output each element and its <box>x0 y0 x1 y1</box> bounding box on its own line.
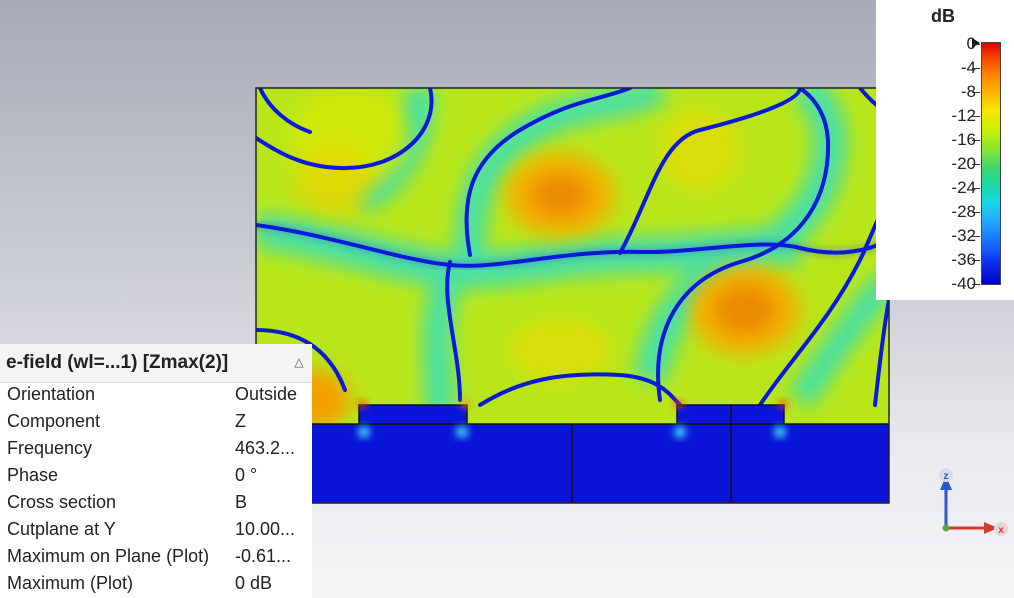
legend-tick-mark <box>972 44 980 45</box>
property-row[interactable]: Phase 0 ° <box>0 461 312 488</box>
legend-tick-label: -12 <box>951 106 976 125</box>
legend-tick-mark <box>972 92 980 93</box>
legend-tick-label: -4 <box>960 58 976 77</box>
legend-tick-mark <box>972 140 980 141</box>
legend-tick-label: -28 <box>951 202 976 221</box>
legend-tick-mark <box>972 188 980 189</box>
property-name: Frequency <box>7 438 93 458</box>
property-name: Orientation <box>7 384 96 404</box>
legend-tick-label: -20 <box>951 154 976 173</box>
z-axis-label: z <box>944 471 949 482</box>
property-row[interactable]: Cross section B <box>0 488 312 515</box>
legend-tick-mark <box>972 260 980 261</box>
property-row[interactable]: Maximum on Plane (Plot) -0.61... <box>0 542 312 569</box>
legend-tick-label: -32 <box>951 226 976 245</box>
property-value[interactable]: -0.61... <box>235 546 311 567</box>
legend-tick-label: -24 <box>951 178 976 197</box>
property-row[interactable]: Cutplane at Y 10.00... <box>0 515 312 542</box>
x-axis-label: x <box>998 525 1004 536</box>
legend-tick-mark <box>972 68 980 69</box>
legend-tick-label: -36 <box>951 250 976 269</box>
property-name: Phase <box>7 465 59 485</box>
property-value[interactable]: 463.2... <box>235 438 311 459</box>
legend-tick-label: -8 <box>960 82 976 101</box>
property-row[interactable]: Maximum (Plot) 0 dB <box>0 569 312 596</box>
legend-tick-label: 0 <box>916 35 976 53</box>
property-name: Component <box>7 411 101 431</box>
legend-tick-mark <box>972 164 980 165</box>
property-value[interactable]: B <box>235 492 311 513</box>
legend-tick-mark <box>972 212 980 213</box>
legend-unit: dB <box>931 6 955 26</box>
property-row[interactable]: Frequency 463.2... <box>0 434 312 461</box>
legend-colorbar <box>981 42 1001 285</box>
axes-triad: z x <box>939 468 1008 536</box>
property-row[interactable]: Orientation Outside <box>0 380 312 407</box>
legend-tick-label: -40 <box>951 274 976 293</box>
legend-tick-label: -16 <box>951 130 976 149</box>
property-value[interactable]: 10.00... <box>235 519 311 540</box>
panel-header[interactable]: e-field (wl=...1) [Zmax(2)] △ <box>0 344 312 383</box>
property-row[interactable]: Component Z <box>0 407 312 434</box>
legend-tick-mark <box>972 116 980 117</box>
property-name: Cross section <box>7 492 117 512</box>
property-name: Maximum on Plane (Plot) <box>7 546 210 566</box>
electrode-left <box>358 404 468 425</box>
color-legend: dB 0 -4 -8 -12 -16 -20 -24 -28 -32 -36 -40 <box>876 0 1014 300</box>
legend-tick-mark <box>972 236 980 237</box>
property-name: Maximum (Plot) <box>7 573 134 593</box>
legend-tick-mark <box>972 284 980 285</box>
property-value[interactable]: Z <box>235 411 311 432</box>
panel-title: e-field (wl=...1) [Zmax(2)] <box>6 352 229 373</box>
property-value[interactable]: Outside <box>235 384 311 405</box>
properties-panel: e-field (wl=...1) [Zmax(2)] △ Orientatio… <box>0 344 312 598</box>
property-value[interactable]: 0 dB <box>235 573 311 594</box>
chevron-up-icon[interactable]: △ <box>291 354 307 370</box>
property-name: Cutplane at Y <box>7 519 116 539</box>
property-value[interactable]: 0 ° <box>235 465 311 486</box>
